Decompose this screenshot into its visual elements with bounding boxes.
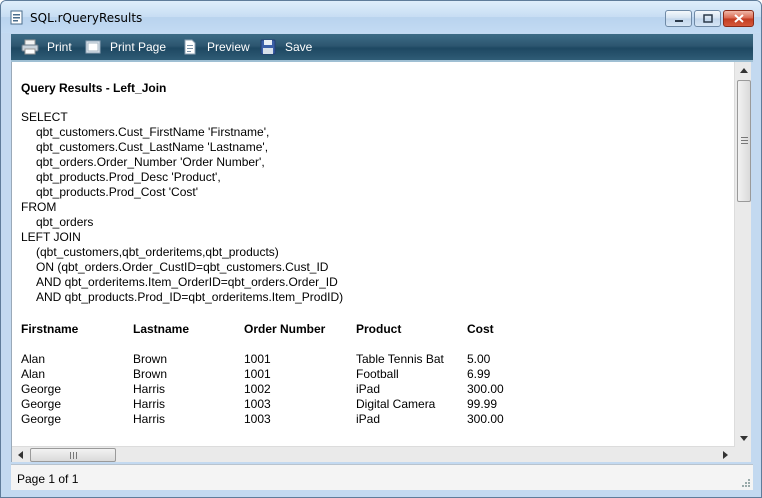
table-cell: George [21, 382, 62, 396]
scroll-up-arrow-icon[interactable] [740, 68, 748, 73]
table-cell: 5.00 [467, 352, 491, 366]
resize-grip-icon[interactable] [740, 477, 751, 488]
vertical-scrollbar[interactable] [734, 62, 751, 447]
table-cell: Brown [133, 352, 168, 366]
horizontal-scroll-thumb[interactable] [30, 448, 116, 462]
table-cell: 6.99 [467, 367, 491, 381]
sql-line: qbt_customers.Cust_FirstName 'Firstname'… [36, 125, 270, 139]
column-header: Lastname [133, 322, 190, 336]
minimize-icon [674, 19, 683, 22]
sql-line: qbt_products.Prod_Desc 'Product', [36, 170, 221, 184]
table-cell: Harris [133, 397, 165, 411]
column-header: Firstname [21, 322, 79, 336]
status-bar: Page 1 of 1 [11, 464, 753, 490]
scroll-down-arrow-icon[interactable] [740, 436, 748, 441]
table-cell: 1001 [244, 352, 271, 366]
sql-line: ON (qbt_orders.Order_CustID=qbt_customer… [36, 260, 329, 274]
sql-line: qbt_orders.Order_Number 'Order Number', [36, 155, 265, 169]
table-cell: Alan [21, 367, 46, 381]
close-icon [733, 14, 744, 23]
table-cell: 1003 [244, 397, 271, 411]
preview-document-icon [184, 39, 196, 55]
scrollbar-corner [734, 447, 751, 462]
preview-button[interactable]: Preview [181, 34, 250, 60]
title-bar[interactable]: SQL.rQueryResults [1, 1, 761, 33]
table-cell: Brown [133, 367, 168, 381]
print-button[interactable]: Print [21, 34, 72, 60]
sql-line: SELECT [21, 110, 68, 124]
column-header: Product [356, 322, 402, 336]
sql-line: LEFT JOIN [21, 230, 81, 244]
table-cell: George [21, 397, 62, 411]
sql-line: AND qbt_products.Prod_ID=qbt_orderitems.… [36, 290, 344, 304]
table-cell: 99.99 [467, 397, 498, 411]
table-cell: 1002 [244, 382, 271, 396]
report-viewer[interactable]: Query Results - Left_Join SELECT qbt_cust… [11, 62, 751, 462]
report-title: Query Results - Left_Join [21, 81, 167, 95]
table-cell: 1003 [244, 412, 271, 426]
table-cell: 1001 [244, 367, 271, 381]
printer-icon [21, 39, 39, 55]
scroll-left-arrow-icon[interactable] [18, 451, 23, 459]
sql-line: qbt_orders [36, 215, 94, 229]
table-cell: iPad [356, 382, 381, 396]
maximize-button[interactable] [694, 10, 721, 27]
horizontal-scrollbar[interactable] [12, 446, 734, 462]
table-cell: Harris [133, 382, 165, 396]
column-header: Cost [467, 322, 494, 336]
sql-line: qbt_products.Prod_Cost 'Cost' [36, 185, 198, 199]
vertical-scroll-thumb[interactable] [737, 80, 751, 202]
table-cell: George [21, 412, 62, 426]
sql-line: qbt_customers.Cust_LastName 'Lastname', [36, 140, 269, 154]
close-button[interactable] [723, 10, 754, 27]
grip-lines-icon [741, 137, 748, 144]
table-cell: 300.00 [467, 412, 504, 426]
print-page-button[interactable]: Print Page [84, 34, 166, 60]
minimize-button[interactable] [665, 10, 692, 27]
table-cell: Digital Camera [356, 397, 436, 411]
report-toolbar: Print Print Page Preview Save [11, 34, 753, 62]
table-cell: Harris [133, 412, 165, 426]
maximize-icon [702, 14, 713, 23]
report-app-icon [10, 10, 23, 25]
floppy-disk-icon [260, 39, 276, 55]
table-cell: Table Tennis Bat [356, 352, 444, 366]
table-cell: Alan [21, 352, 46, 366]
save-button[interactable]: Save [259, 34, 312, 60]
sql-line: AND qbt_orderitems.Item_OrderID=qbt_orde… [36, 275, 338, 289]
page-indicator: Page 1 of 1 [17, 472, 79, 486]
sql-line: (qbt_customers,qbt_orderitems,qbt_produc… [36, 245, 279, 259]
scroll-right-arrow-icon[interactable] [723, 451, 728, 459]
preview-label: Preview [207, 40, 250, 54]
column-header: Order Number [244, 322, 326, 336]
table-cell: iPad [356, 412, 381, 426]
table-cell: Football [356, 367, 399, 381]
grip-lines-icon [70, 452, 77, 459]
sql-line: FROM [21, 200, 57, 214]
print-page-icon [85, 40, 101, 54]
table-cell: 300.00 [467, 382, 504, 396]
report-window: SQL.rQueryResults Print Print Page Previ… [0, 0, 762, 498]
save-label: Save [285, 40, 313, 54]
print-label: Print [47, 40, 72, 54]
print-page-label: Print Page [110, 40, 167, 54]
window-title: SQL.rQueryResults [30, 11, 143, 25]
